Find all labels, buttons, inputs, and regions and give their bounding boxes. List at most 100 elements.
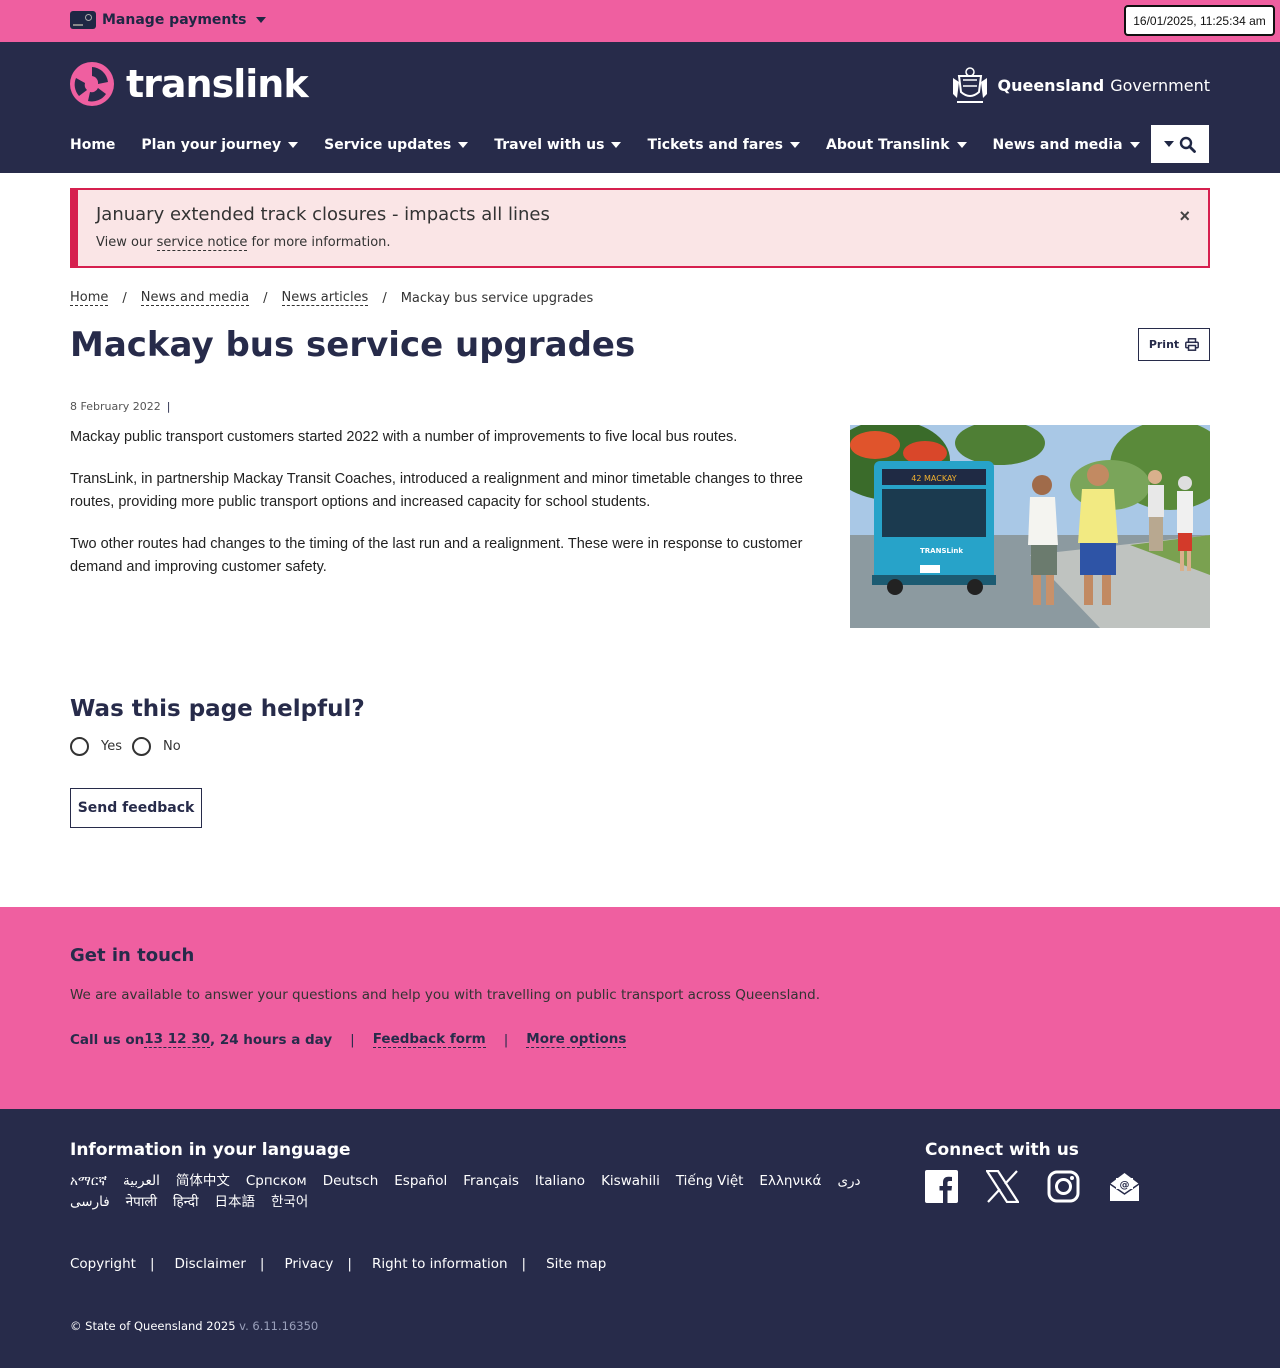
chevron-down-icon bbox=[956, 142, 967, 148]
helpful-question: Was this page helpful? bbox=[70, 696, 365, 722]
connect-title: Connect with us bbox=[925, 1140, 1079, 1160]
no-radio[interactable] bbox=[132, 737, 151, 756]
instagram-icon[interactable] bbox=[1047, 1170, 1080, 1203]
facebook-icon[interactable] bbox=[925, 1170, 958, 1203]
yes-radio[interactable] bbox=[70, 737, 89, 756]
x-icon[interactable] bbox=[986, 1170, 1019, 1203]
call-prefix: Call us on bbox=[70, 1031, 145, 1048]
language-link[interactable]: Français bbox=[463, 1171, 519, 1192]
article-paragraph: Two other routes had changes to the timi… bbox=[70, 536, 803, 575]
breadcrumb-separator: / bbox=[382, 290, 387, 306]
translink-logo[interactable]: translink bbox=[70, 62, 309, 106]
breadcrumb-separator: / bbox=[263, 290, 268, 306]
language-link[interactable]: فارسی bbox=[70, 1192, 110, 1213]
breadcrumb-home[interactable]: Home bbox=[70, 290, 109, 306]
translink-logo-icon bbox=[70, 62, 114, 106]
nav-news-and-media[interactable]: News and media bbox=[993, 137, 1140, 153]
nav-travel-with-us[interactable]: Travel with us bbox=[494, 137, 622, 153]
feedback-form-link[interactable]: Feedback form bbox=[372, 1031, 486, 1048]
contact-links: Call us on 13 12 30 , 24 hours a day | F… bbox=[70, 1031, 627, 1048]
qld-crest-icon bbox=[953, 67, 988, 103]
helpful-options: Yes No bbox=[70, 737, 191, 756]
language-link[interactable]: Español bbox=[394, 1171, 447, 1192]
nav-about-translink[interactable]: About Translink bbox=[826, 137, 967, 153]
language-link[interactable]: हिन्दी bbox=[173, 1192, 199, 1213]
language-link[interactable]: Kiswahili bbox=[601, 1171, 660, 1192]
nav-home-label: Home bbox=[70, 137, 116, 153]
bus-signage: TRANSLink bbox=[920, 547, 963, 555]
disclaimer-link[interactable]: Disclaimer bbox=[175, 1256, 246, 1272]
chevron-down-icon bbox=[1129, 142, 1140, 148]
contact-separator: | bbox=[350, 1031, 355, 1048]
alert-body-prefix: View our bbox=[96, 235, 157, 250]
go-card-icon bbox=[70, 11, 96, 29]
utility-bar: Manage payments 16/01/2025, 11:25:34 am bbox=[0, 0, 1280, 42]
main-navigation: Home Plan your journey Service updates T… bbox=[70, 125, 1166, 165]
chevron-down-icon bbox=[458, 142, 469, 148]
nav-tickets-and-fares[interactable]: Tickets and fares bbox=[647, 137, 800, 153]
more-options-link[interactable]: More options bbox=[526, 1031, 627, 1048]
language-link[interactable]: دری bbox=[837, 1171, 860, 1192]
privacy-link[interactable]: Privacy bbox=[284, 1256, 333, 1272]
email-icon[interactable]: @ bbox=[1108, 1170, 1141, 1203]
chevron-down-icon bbox=[790, 142, 800, 148]
chevron-down-icon bbox=[256, 17, 267, 23]
phone-link[interactable]: 13 12 30 bbox=[144, 1031, 210, 1048]
language-link[interactable]: Deutsch bbox=[323, 1171, 379, 1192]
chevron-down-icon bbox=[288, 142, 299, 148]
nav-plan-your-journey[interactable]: Plan your journey bbox=[141, 137, 299, 153]
language-link[interactable]: Српском bbox=[246, 1171, 307, 1192]
footer-links: Copyright | Disclaimer | Privacy | Right… bbox=[70, 1256, 606, 1272]
call-suffix: , 24 hours a day bbox=[209, 1031, 333, 1048]
article-date: 8 February 2022 | bbox=[70, 400, 170, 413]
nav-home[interactable]: Home bbox=[70, 137, 115, 153]
gov-name-bold: Queensland bbox=[997, 75, 1105, 95]
nav-service-updates[interactable]: Service updates bbox=[324, 137, 469, 153]
language-link[interactable]: العربية bbox=[123, 1171, 160, 1192]
site-map-link[interactable]: Site map bbox=[546, 1256, 606, 1272]
no-label[interactable]: No bbox=[163, 739, 181, 754]
language-link[interactable]: አማርኛ bbox=[70, 1171, 107, 1192]
breadcrumb-separator: / bbox=[122, 290, 127, 306]
svg-text:42 MACKAY: 42 MACKAY bbox=[911, 474, 957, 483]
article-body: Mackay public transport customers starte… bbox=[70, 426, 820, 598]
contact-separator: | bbox=[503, 1031, 509, 1048]
right-to-information-link[interactable]: Right to information bbox=[372, 1256, 508, 1272]
date-text: 8 February 2022 bbox=[70, 400, 161, 413]
language-link[interactable]: Ελληνικά bbox=[759, 1171, 821, 1192]
copyright-notice: © State of Queensland 2025 v. 6.11.16350 bbox=[70, 1319, 318, 1333]
site-header: translink Queensland Government Home Pla… bbox=[0, 42, 1280, 173]
site-footer: Information in your language አማርኛ العربي… bbox=[0, 1109, 1280, 1368]
chevron-down-icon bbox=[1164, 141, 1174, 147]
service-notice-link[interactable]: service notice bbox=[156, 235, 248, 251]
nav-service-updates-label: Service updates bbox=[324, 137, 452, 153]
nav-plan-your-journey-label: Plan your journey bbox=[141, 137, 282, 153]
social-links: @ bbox=[925, 1170, 1141, 1203]
breadcrumb: Home / News and media / News articles / … bbox=[70, 290, 593, 306]
language-link[interactable]: 简体中文 bbox=[176, 1171, 230, 1192]
close-icon[interactable]: × bbox=[1179, 206, 1190, 227]
search-toggle-button[interactable] bbox=[1151, 125, 1209, 163]
language-link[interactable]: नेपाली bbox=[126, 1192, 157, 1213]
printer-icon bbox=[1185, 338, 1200, 351]
language-link[interactable]: Italiano bbox=[535, 1171, 585, 1192]
queensland-government-logo[interactable]: Queensland Government bbox=[949, 64, 1210, 106]
service-alert: January extended track closures - impact… bbox=[70, 188, 1210, 268]
print-button[interactable]: Print bbox=[1138, 328, 1210, 361]
copyright-link[interactable]: Copyright bbox=[70, 1256, 136, 1272]
clock-display: 16/01/2025, 11:25:34 am bbox=[1124, 5, 1275, 36]
language-link[interactable]: Tiếng Việt bbox=[676, 1171, 744, 1192]
yes-label[interactable]: Yes bbox=[101, 739, 122, 754]
chevron-down-icon bbox=[611, 142, 622, 148]
footer-separator: | bbox=[521, 1256, 527, 1272]
manage-payments-menu[interactable]: Manage payments bbox=[70, 8, 267, 32]
send-feedback-button[interactable]: Send feedback bbox=[70, 788, 202, 828]
gov-name-light: Government bbox=[1110, 75, 1210, 95]
language-link[interactable]: 日本語 bbox=[214, 1192, 255, 1213]
breadcrumb-news-articles[interactable]: News articles bbox=[281, 290, 369, 306]
footer-separator: | bbox=[347, 1256, 352, 1272]
get-in-touch-section: Get in touch We are available to answer … bbox=[0, 907, 1280, 1109]
breadcrumb-news-and-media[interactable]: News and media bbox=[140, 290, 250, 306]
language-link[interactable]: 한국어 bbox=[271, 1192, 308, 1213]
nav-news-and-media-label: News and media bbox=[992, 137, 1123, 153]
